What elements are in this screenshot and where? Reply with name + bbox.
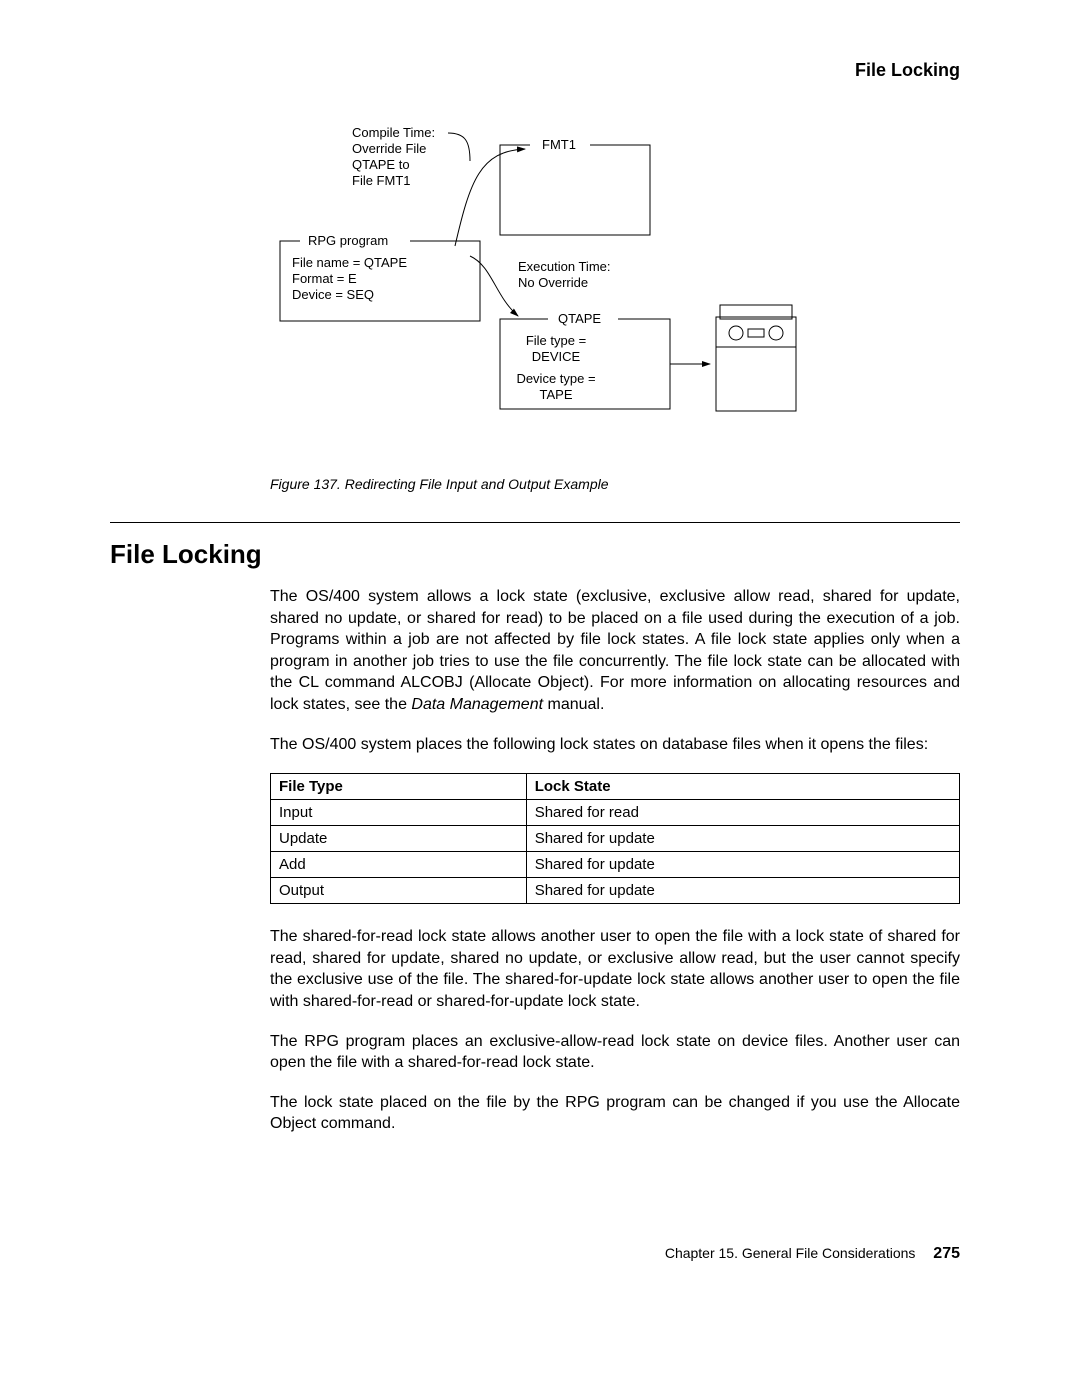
- rpg-l2: Format = E: [292, 271, 357, 286]
- footer-chapter: Chapter 15. General File Considerations: [665, 1245, 916, 1261]
- table-row: Add Shared for update: [271, 852, 960, 878]
- table-row: Output Shared for update: [271, 878, 960, 904]
- qtape-l4: TAPE: [540, 387, 573, 402]
- rpg-l1: File name = QTAPE: [292, 255, 407, 270]
- para-3: The shared-for-read lock state allows an…: [270, 926, 960, 1012]
- tape-drive-icon: [716, 305, 796, 411]
- para-5: The lock state placed on the file by the…: [270, 1092, 960, 1135]
- table-row: Update Shared for update: [271, 826, 960, 852]
- qtape-label: QTAPE: [558, 311, 601, 326]
- th-lock-state: Lock State: [526, 774, 959, 800]
- para-4: The RPG program places an exclusive-allo…: [270, 1031, 960, 1074]
- compile-l1: Compile Time:: [352, 125, 435, 140]
- para-2: The OS/400 system places the following l…: [270, 734, 960, 756]
- compile-l3: QTAPE to: [352, 157, 410, 172]
- qtape-l3: Device type =: [516, 371, 595, 386]
- lock-state-table: File Type Lock State Input Shared for re…: [270, 773, 960, 904]
- exec-l1: Execution Time:: [518, 259, 611, 274]
- section-rule: [110, 522, 960, 523]
- compile-l4: File FMT1: [352, 173, 411, 188]
- para-1c: manual.: [543, 696, 604, 713]
- footer-page-number: 275: [933, 1245, 960, 1262]
- page-footer: Chapter 15. General File Considerations …: [110, 1245, 960, 1263]
- th-file-type: File Type: [271, 774, 527, 800]
- body-column: The OS/400 system allows a lock state (e…: [270, 586, 960, 1135]
- para-1b: Data Management: [411, 696, 543, 713]
- fmt1-label: FMT1: [542, 137, 576, 152]
- qtape-l2: DEVICE: [532, 349, 581, 364]
- rpg-l3: Device = SEQ: [292, 287, 374, 302]
- figure-diagram: RPG program File name = QTAPE Format = E…: [270, 121, 830, 466]
- exec-l2: No Override: [518, 275, 588, 290]
- para-1a: The OS/400 system allows a lock state (e…: [270, 588, 960, 713]
- section-heading: File Locking: [110, 539, 960, 570]
- qtape-l1: File type =: [526, 333, 586, 348]
- figure-caption: Figure 137. Redirecting File Input and O…: [270, 476, 960, 492]
- rpg-box-label: RPG program: [308, 233, 388, 248]
- para-1: The OS/400 system allows a lock state (e…: [270, 586, 960, 716]
- compile-l2: Override File: [352, 141, 426, 156]
- running-head: File Locking: [110, 60, 960, 81]
- table-row: Input Shared for read: [271, 800, 960, 826]
